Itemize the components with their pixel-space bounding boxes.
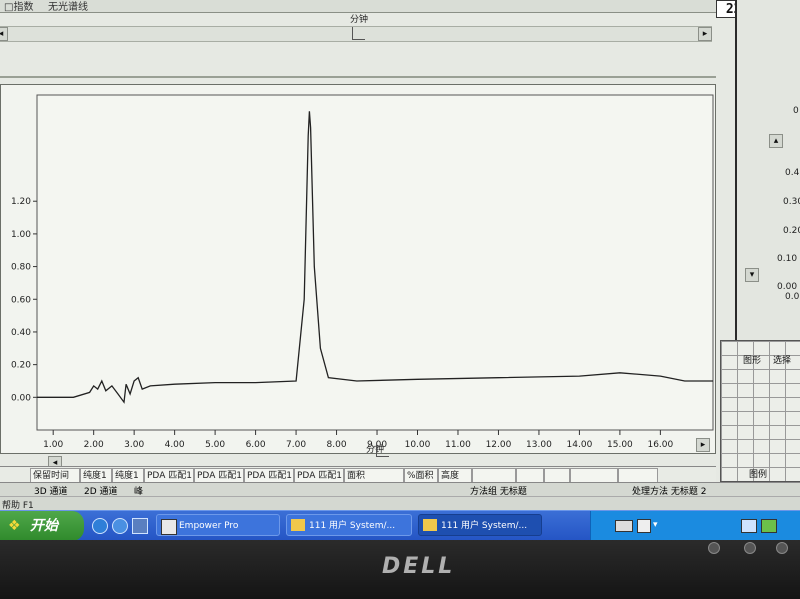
monitor-brand-logo: DELL [382, 554, 456, 579]
task-window-2[interactable]: 111 用户 System/... [418, 514, 542, 536]
rp-down-button[interactable]: ▾ [745, 268, 759, 282]
y-tick-label: 0.40 [11, 328, 31, 338]
x-tick-label: 3.00 [124, 440, 144, 450]
tray-keyboard-icon[interactable] [615, 520, 633, 532]
y-tick-label: 0.60 [11, 295, 31, 305]
system-tray: ▾ [590, 511, 800, 540]
monitor-button-1[interactable] [708, 542, 720, 554]
tray-volume-icon[interactable] [761, 519, 777, 533]
grid-header-graph[interactable]: 图形 [743, 353, 761, 366]
windows-logo-icon: ❖ [8, 518, 21, 534]
x-tick-label: 2.00 [84, 440, 104, 450]
x-tick-label: 15.00 [607, 440, 633, 450]
y-tick-label: 1.00 [11, 230, 31, 240]
x-tick-label: 10.00 [405, 440, 431, 450]
chromatogram-chart[interactable]: 1.00 2.00 3.00 4.00 5.00 6.00 7.00 8.00 9.00 10.0… [1, 85, 717, 455]
scroll-thumb[interactable] [352, 27, 365, 40]
rp-label-6: 0.00 [785, 292, 800, 302]
grid-footer-legend[interactable]: 图例 [749, 467, 767, 480]
folder-icon [291, 519, 305, 531]
x-tick-label: 6.00 [246, 440, 266, 450]
top-unit-label: 分钟 [350, 15, 369, 25]
task-empower[interactable]: Empower Pro [156, 514, 280, 536]
quicklaunch-app-icon[interactable] [132, 518, 148, 534]
x-tick-label: 1.00 [43, 440, 63, 450]
rp-label-4: 0.10 [777, 254, 798, 264]
x-tick-label: 16.00 [647, 440, 673, 450]
scroll-left-button[interactable]: ◂ [0, 27, 8, 41]
x-tick-label: 13.00 [526, 440, 552, 450]
y-tick-label: 0.00 [11, 393, 31, 403]
task-empower-label: Empower Pro [179, 521, 239, 531]
top-divider [0, 76, 716, 78]
y-tick-label: 0.80 [11, 263, 31, 273]
tray-help-icon[interactable] [637, 519, 651, 533]
rp-label-3: 0.20 [783, 226, 800, 236]
tab-no-spectrum[interactable]: 无光谱线 [48, 0, 88, 13]
y-tick-label: 1.20 [11, 197, 31, 207]
monitor-button-2[interactable] [744, 542, 756, 554]
status-bar: 帮助 F1 [0, 496, 800, 511]
task-window-2-label: 111 用户 System/... [441, 521, 528, 531]
chart-scroll-right-button[interactable]: ▸ [696, 438, 710, 452]
start-button[interactable]: ❖ 开始 [0, 511, 84, 540]
results-table-header: 保留时间 纯度1 纯度1 PDA 匹配1 PDA 匹配1 PDA 匹配1 PDA 匹配1 面积… [0, 466, 716, 484]
quicklaunch-browser-icon[interactable] [92, 518, 108, 534]
rp-label-2: 0.30 [783, 197, 800, 207]
x-tick-label: 8.00 [327, 440, 347, 450]
tab-index[interactable]: □指数 [4, 0, 33, 13]
start-label: 开始 [30, 518, 58, 534]
x-tick-label: 11.00 [445, 440, 471, 450]
chromatogram-frame: 1.00 2.00 3.00 4.00 5.00 6.00 7.00 8.00 9.00 10.0… [0, 84, 717, 455]
task-window-1-label: 111 用户 System/... [309, 521, 396, 531]
quicklaunch-desktop-icon[interactable] [112, 518, 128, 534]
tray-dropdown-icon[interactable]: ▾ [653, 520, 658, 530]
windows-taskbar: ❖ 开始 Empower Pro 111 用户 System/... 111 用… [0, 510, 800, 540]
rp-label-5: 0.00 [777, 282, 798, 292]
result-grid-panel[interactable]: 图形 选择 图例 [720, 340, 800, 482]
application-window: □指数 无光谱线 220.0 分钟 ◂ ▸ 1.002.003.004.005.… [0, 0, 800, 540]
folder-icon [423, 519, 437, 531]
x-tick-label: 5.00 [205, 440, 225, 450]
grid-header-select[interactable]: 选择 [773, 353, 791, 366]
rp-label-0: 0 [793, 106, 799, 116]
scroll-right-button[interactable]: ▸ [698, 27, 712, 41]
x-tick-label: 7.00 [286, 440, 306, 450]
task-window-1[interactable]: 111 用户 System/... [286, 514, 412, 536]
tray-network-icon[interactable] [741, 519, 757, 533]
rp-up-button[interactable]: ▴ [769, 134, 783, 148]
chart-scroll-thumb[interactable] [376, 444, 389, 457]
empower-icon [161, 519, 177, 535]
y-tick-label: 0.20 [11, 361, 31, 371]
monitor-button-3[interactable] [776, 542, 788, 554]
x-tick-label: 4.00 [165, 440, 185, 450]
top-scrollbar[interactable]: ◂ ▸ [0, 26, 712, 42]
x-tick-label: 14.00 [567, 440, 593, 450]
channel-tabs-row: 3D 通道 2D 通道 峰 方法组 无标题 处理方法 无标题 2 [0, 482, 800, 497]
x-tick-label: 12.00 [486, 440, 512, 450]
rp-label-1: 0.4 [785, 168, 800, 178]
monitor-bezel: DELL [0, 540, 800, 599]
